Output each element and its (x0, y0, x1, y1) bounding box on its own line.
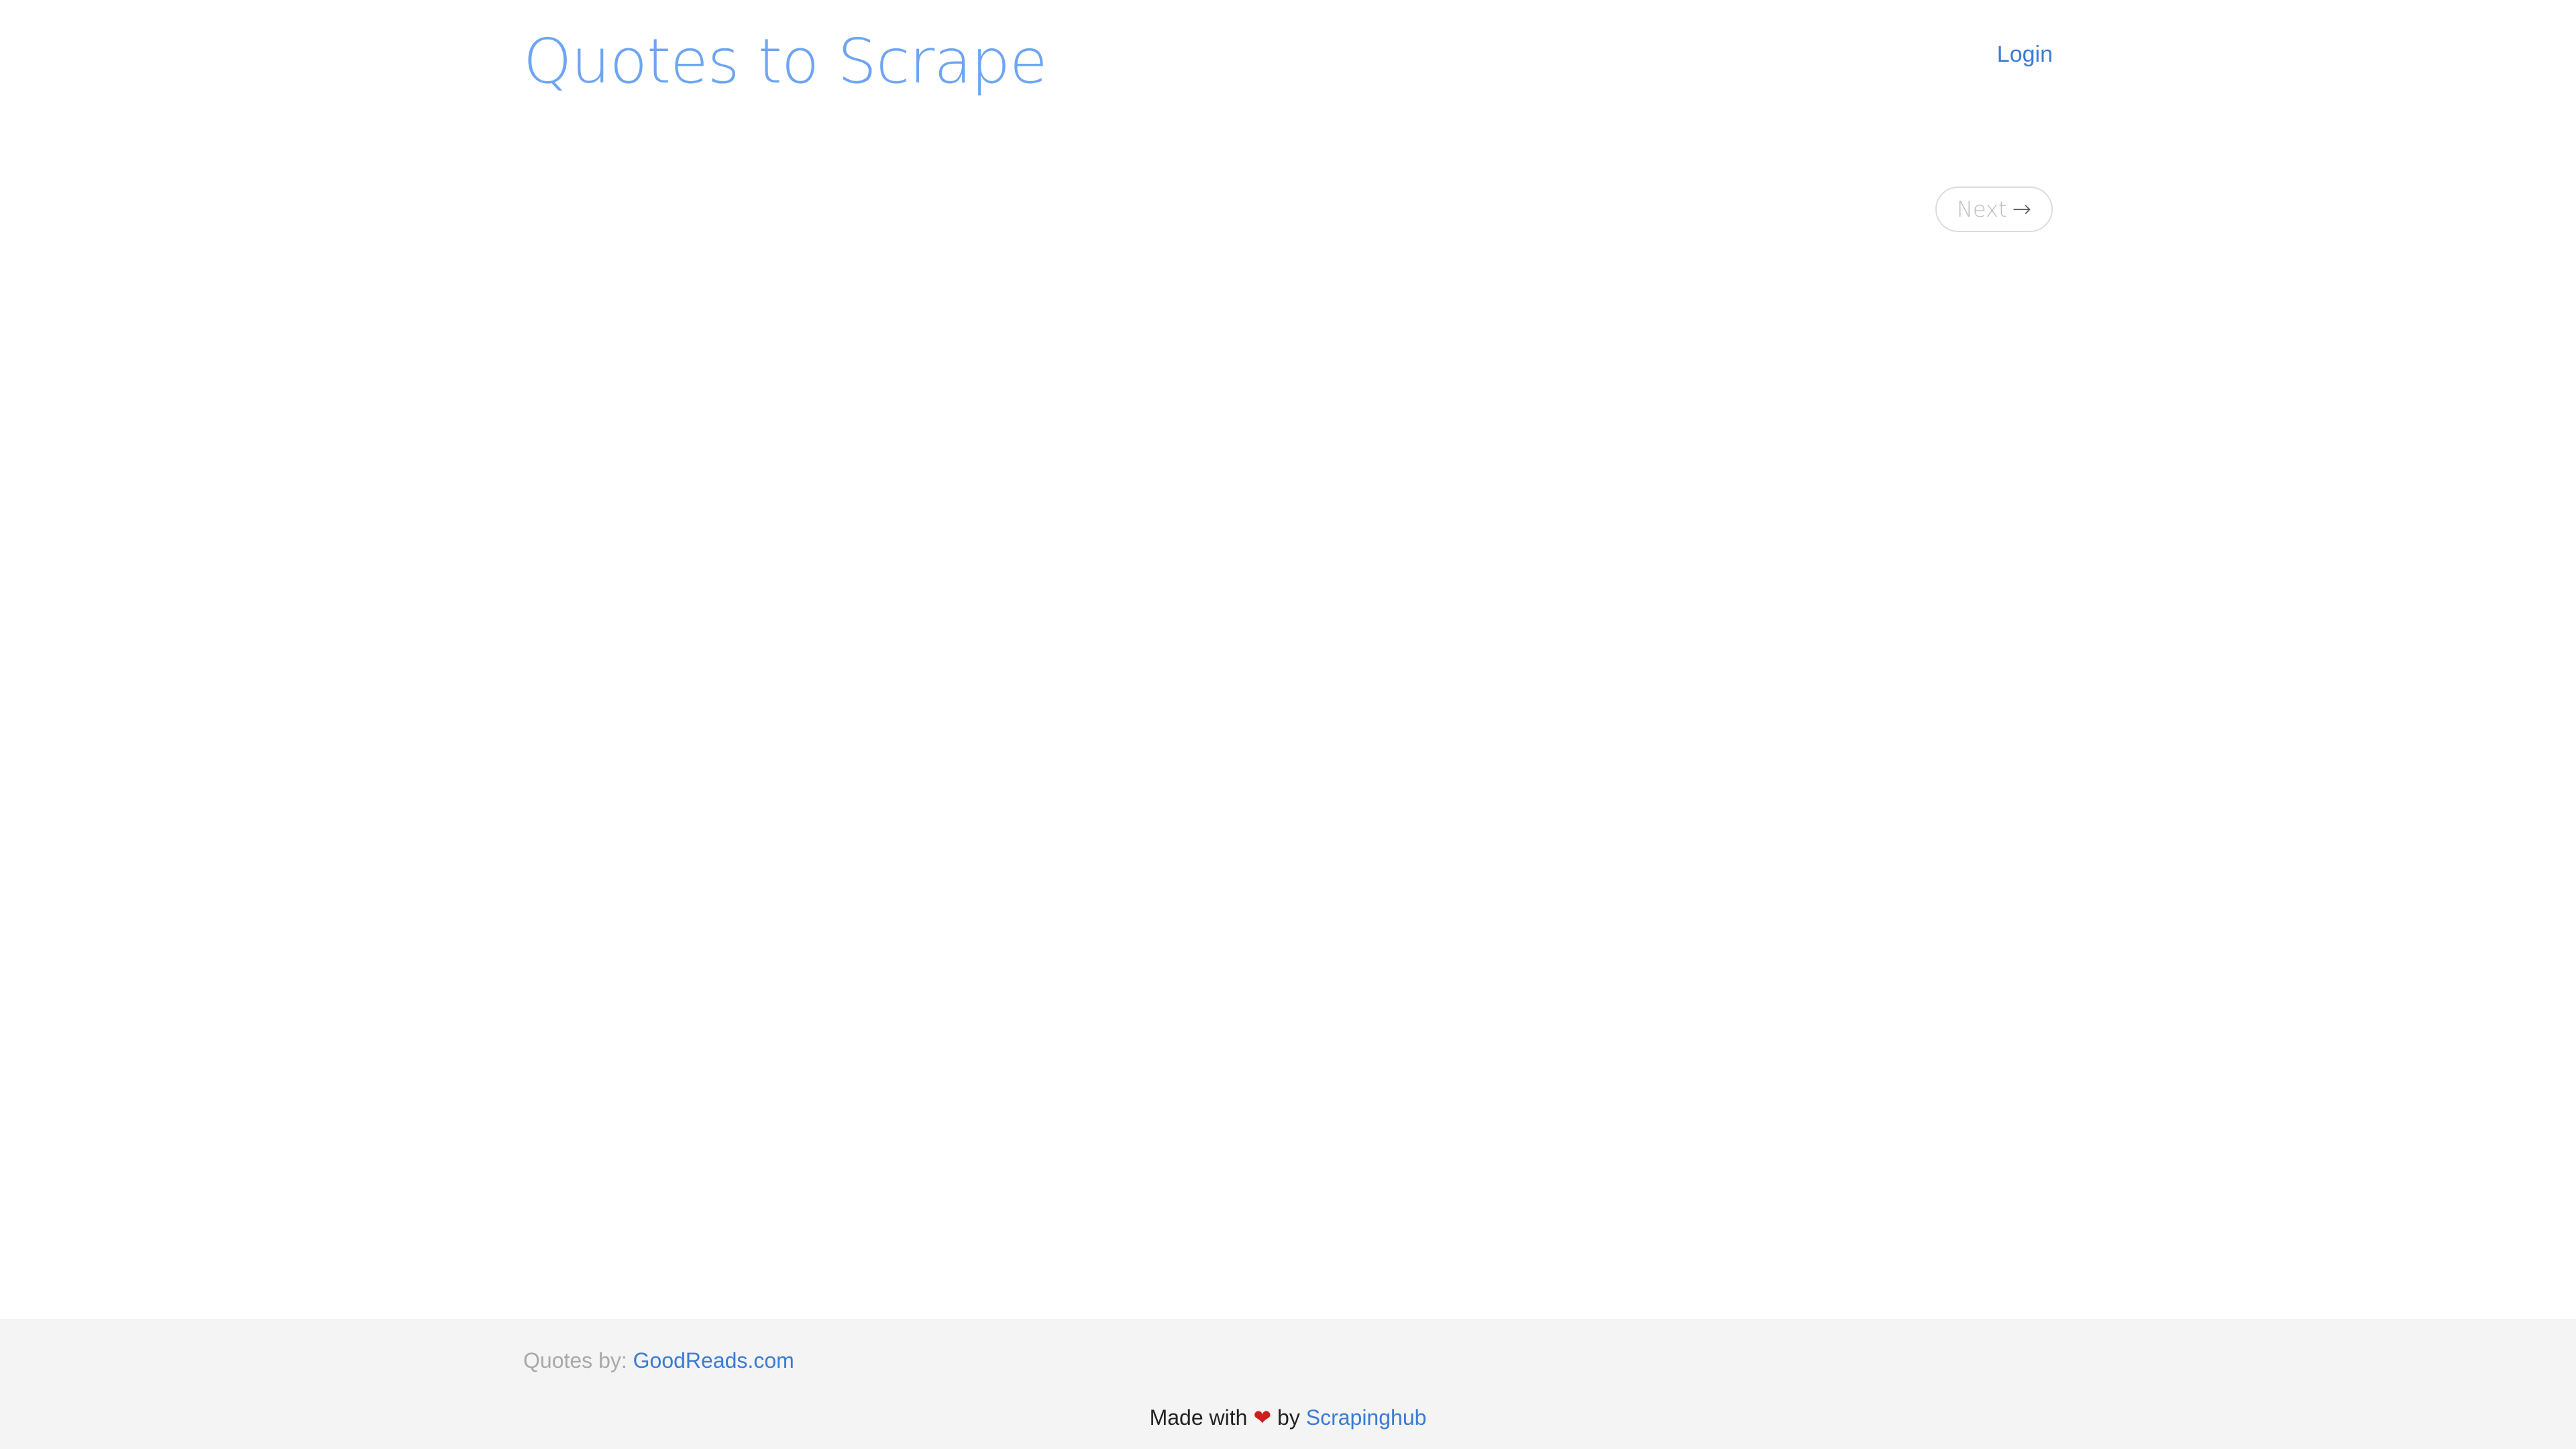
arrow-right-icon: → (2012, 196, 2032, 223)
footer-made-with: Made with ❤ by Scrapinghub (0, 1405, 2576, 1430)
by-text: by (1277, 1405, 1300, 1430)
goodreads-link[interactable]: GoodReads.com (633, 1348, 794, 1373)
login-link[interactable]: Login (1997, 42, 2053, 68)
page: Quotes to Scrape Login Next → Quotes by:… (0, 0, 2576, 1449)
site-title-link[interactable]: Quotes to Scrape (523, 25, 1048, 97)
scrapinghub-link[interactable]: Scrapinghub (1306, 1405, 1427, 1430)
credit-prefix: Quotes by: (523, 1348, 627, 1373)
made-with-text: Made with (1149, 1405, 1248, 1430)
heart-icon: ❤ (1253, 1405, 1272, 1430)
next-page-button[interactable]: Next → (1935, 186, 2053, 232)
next-label: Next (1956, 197, 2007, 222)
footer-credit: Quotes by: GoodReads.com (523, 1348, 794, 1373)
footer: Quotes by: GoodReads.com Made with ❤ by … (0, 1319, 2576, 1449)
